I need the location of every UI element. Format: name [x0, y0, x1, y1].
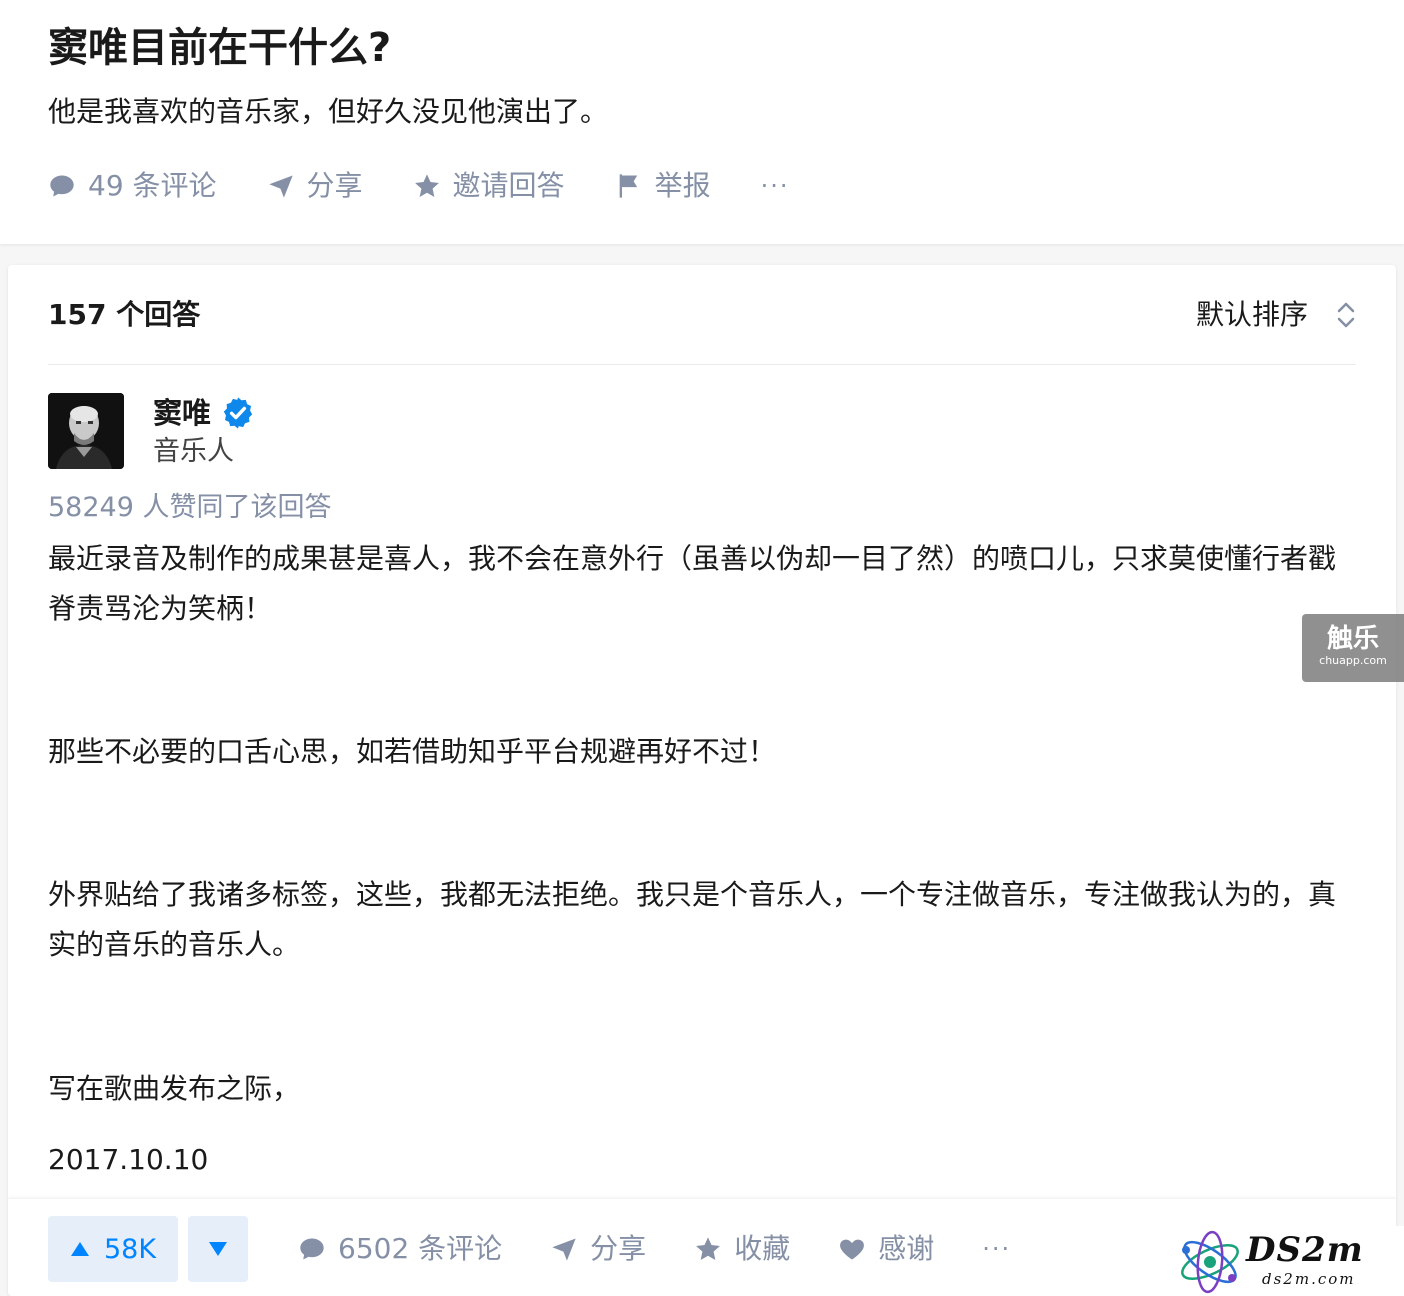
thanks-label: 感谢	[878, 1232, 935, 1265]
upvote-button[interactable]: 58K	[48, 1216, 178, 1282]
sort-chevrons-icon	[1337, 302, 1355, 328]
chuapp-watermark-title: 触乐	[1326, 624, 1379, 654]
comment-icon	[50, 175, 74, 197]
downvote-button[interactable]	[188, 1216, 248, 1282]
atom-logo-icon	[1181, 1230, 1239, 1294]
answer-paragraph: 写在歌曲发布之际，	[48, 1072, 301, 1105]
question-card: 窦唯目前在干什么? 他是我喜欢的音乐家，但好久没见他演出了。 49 条评论 分享…	[0, 0, 1404, 244]
answer-comments-label: 6502 条评论	[338, 1232, 503, 1265]
verified-badge-icon	[223, 397, 253, 429]
heart-icon	[840, 1239, 865, 1260]
question-description: 他是我喜欢的音乐家，但好久没见他演出了。	[48, 95, 609, 128]
report-button[interactable]: 举报	[615, 162, 711, 210]
answer-comments-button[interactable]: 6502 条评论	[298, 1225, 502, 1273]
flag-icon	[619, 174, 637, 198]
collect-label: 收藏	[734, 1232, 791, 1265]
triangle-up-icon	[70, 1242, 89, 1256]
answer-paragraph: 外界贴给了我诸多标签，这些，我都无法拒绝。我只是个音乐人，一个专注做音乐，专注做…	[48, 878, 1337, 961]
answer-paragraph: 最近录音及制作的成果甚是喜人，我不会在意外行（虽善以伪却一目了然）的喷口儿，只求…	[48, 542, 1337, 625]
comment-icon	[300, 1238, 324, 1260]
share-plane-icon	[268, 175, 293, 198]
author-name[interactable]: 窦唯	[153, 393, 211, 433]
invite-answer-button[interactable]: 邀请回答	[413, 162, 565, 210]
ds2m-watermark: DS2m ds2m.com	[1166, 1226, 1404, 1296]
sort-label: 默认排序	[1195, 298, 1308, 331]
question-actions: 49 条评论 分享 邀请回答 举报 ···	[48, 162, 789, 210]
avatar-portrait	[48, 393, 124, 469]
invite-answer-label: 邀请回答	[452, 169, 565, 202]
star-icon	[696, 1237, 721, 1260]
avatar[interactable]	[48, 393, 124, 469]
author-name-row: 窦唯	[153, 393, 255, 433]
answer-share-label: 分享	[590, 1232, 647, 1265]
answer-count: 157 个回答	[48, 298, 201, 331]
author-headline: 音乐人	[153, 436, 234, 467]
question-comments-button[interactable]: 49 条评论	[48, 162, 217, 210]
answer-actions: 6502 条评论 分享 收藏 感谢 ···	[298, 1224, 1011, 1274]
triangle-down-icon	[209, 1242, 227, 1256]
answers-card: 157 个回答 默认排序 窦唯 音乐人 58249 人赞同了该回答 最近录音及制…	[8, 265, 1396, 1296]
question-share-label: 分享	[306, 169, 363, 202]
answers-header: 157 个回答 默认排序	[48, 265, 1356, 365]
chuapp-watermark-domain: chuapp.com	[1319, 654, 1387, 667]
ds2m-watermark-domain: ds2m.com	[1262, 1270, 1356, 1288]
star-icon	[414, 174, 439, 197]
vote-summary[interactable]: 58249 人赞同了该回答	[48, 489, 331, 527]
thanks-button[interactable]: 感谢	[838, 1225, 934, 1273]
upvote-count: 58K	[103, 1233, 157, 1265]
question-more-button[interactable]: ···	[761, 172, 790, 200]
collect-button[interactable]: 收藏	[694, 1225, 790, 1273]
chuapp-watermark: 触乐 chuapp.com	[1302, 614, 1404, 682]
ds2m-watermark-title: DS2m	[1246, 1230, 1364, 1270]
question-comments-label: 49 条评论	[88, 169, 217, 202]
answer-more-button[interactable]: ···	[982, 1235, 1011, 1263]
answer-share-button[interactable]: 分享	[550, 1225, 646, 1273]
sort-dropdown[interactable]: 默认排序	[1196, 293, 1356, 337]
answer-paragraph: 那些不必要的口舌心思，如若借助知乎平台规避再好不过！	[48, 735, 777, 768]
share-plane-icon	[552, 1238, 576, 1261]
answer-date: 2017.10.10	[48, 1143, 209, 1176]
question-title[interactable]: 窦唯目前在干什么?	[48, 22, 391, 74]
report-label: 举报	[654, 169, 711, 202]
question-share-button[interactable]: 分享	[267, 162, 363, 210]
